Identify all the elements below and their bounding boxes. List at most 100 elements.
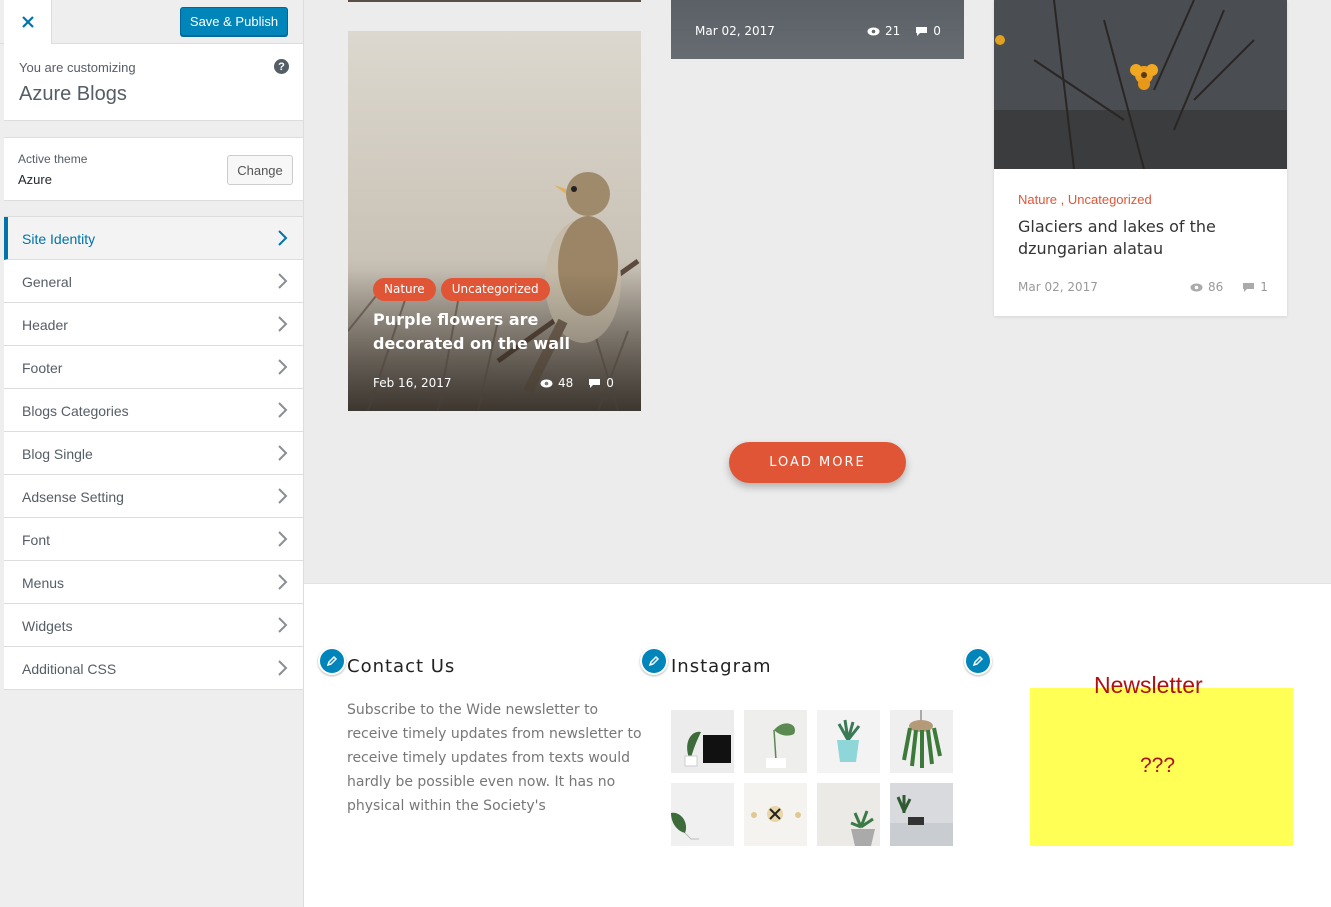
newsletter-title: Newsletter <box>1094 672 1203 698</box>
post-card-edge <box>348 0 641 2</box>
edit-newsletter-widget-button[interactable] <box>964 647 992 675</box>
customizer-header: Save & Publish <box>0 0 303 44</box>
edit-instagram-widget-button[interactable] <box>640 647 668 675</box>
menu-item-label: Menus <box>22 575 65 591</box>
tag-nature[interactable]: Nature <box>373 278 436 301</box>
menu-item-blogs-categories[interactable]: Blogs Categories <box>4 389 303 432</box>
chevron-right-icon <box>278 273 288 289</box>
close-customizer-button[interactable] <box>4 0 52 44</box>
post-date: Feb 16, 2017 <box>373 376 452 390</box>
menu-item-adsense-setting[interactable]: Adsense Setting <box>4 475 303 518</box>
post-tags: Nature Uncategorized <box>373 278 550 301</box>
comment-icon <box>1243 282 1255 292</box>
close-icon <box>21 16 34 28</box>
save-publish-button[interactable]: Save & Publish <box>180 7 288 36</box>
post-title[interactable]: Purple flowers are decorated on the wall <box>373 308 623 356</box>
tag-uncategorized[interactable]: Uncategorized <box>440 278 550 301</box>
customizing-info: You are customizing Azure Blogs ? <box>4 44 303 121</box>
pencil-icon <box>972 655 984 667</box>
instagram-photo[interactable] <box>890 710 953 773</box>
eye-icon <box>867 27 880 35</box>
contact-title: Contact Us <box>347 656 456 677</box>
customizer-menu: Site Identity General Header Footer Blog… <box>4 216 303 690</box>
chevron-right-icon <box>278 402 288 418</box>
chevron-right-icon <box>278 488 288 504</box>
eye-icon <box>540 379 553 387</box>
instagram-photo[interactable] <box>671 710 734 773</box>
chevron-right-icon <box>278 316 288 332</box>
footer-widgets: Contact Us Subscribe to the Wide newslet… <box>304 583 1331 907</box>
chevron-right-icon <box>278 445 288 461</box>
menu-item-header[interactable]: Header <box>4 303 303 346</box>
post-categories: Nature , Uncategorized <box>1018 192 1152 207</box>
post-title[interactable]: Glaciers and lakes of the dzungarian ala… <box>1018 216 1258 260</box>
menu-item-additional-css[interactable]: Additional CSS <box>4 647 303 690</box>
menu-item-label: Footer <box>22 360 63 376</box>
menu-item-blog-single[interactable]: Blog Single <box>4 432 303 475</box>
site-name: Azure Blogs <box>19 83 127 105</box>
comment-count: 0 <box>606 376 614 390</box>
load-more-button[interactable]: LOAD MORE <box>729 442 906 483</box>
menu-item-label: Blogs Categories <box>22 403 129 419</box>
chevron-right-icon <box>278 574 288 590</box>
post-date: Mar 02, 2017 <box>1018 280 1098 294</box>
instagram-photo[interactable] <box>744 710 807 773</box>
instagram-photo[interactable] <box>817 783 880 846</box>
instagram-title: Instagram <box>671 656 772 677</box>
view-count: 86 <box>1208 280 1224 294</box>
site-preview: Nature Uncategorized Purple flowers are … <box>304 0 1331 907</box>
menu-item-label: Header <box>22 317 68 333</box>
menu-item-label: Site Identity <box>22 231 96 247</box>
chevron-right-icon <box>278 531 288 547</box>
menu-item-label: Adsense Setting <box>22 489 124 505</box>
edit-contact-widget-button[interactable] <box>318 647 346 675</box>
menu-item-label: General <box>22 274 72 290</box>
menu-item-label: Font <box>22 532 51 548</box>
view-count: 48 <box>558 376 574 390</box>
menu-item-label: Additional CSS <box>22 661 117 677</box>
post-stats: 86 1 <box>1190 280 1268 294</box>
instagram-photo[interactable] <box>744 783 807 846</box>
post-card-flower[interactable]: Nature , Uncategorized Glaciers and lake… <box>994 0 1287 316</box>
instagram-grid <box>671 710 955 846</box>
menu-item-footer[interactable]: Footer <box>4 346 303 389</box>
customizer-sidebar: Save & Publish You are customizing Azure… <box>0 0 304 907</box>
post-stats: 21 0 <box>867 24 941 38</box>
pencil-icon <box>326 655 338 667</box>
post-card-bird[interactable]: Nature Uncategorized Purple flowers are … <box>348 31 641 411</box>
menu-item-general[interactable]: General <box>4 260 303 303</box>
eye-icon <box>1190 283 1203 291</box>
menu-item-site-identity[interactable]: Site Identity <box>4 217 303 260</box>
comment-icon <box>916 26 928 36</box>
instagram-photo[interactable] <box>671 783 734 846</box>
active-theme-panel: Active theme Azure Change <box>4 137 303 201</box>
contact-text: Subscribe to the Wide newsletter to rece… <box>347 702 642 814</box>
instagram-photo[interactable] <box>890 783 953 846</box>
instagram-photo[interactable] <box>817 710 880 773</box>
pencil-icon <box>648 655 660 667</box>
post-card-mid[interactable]: Mar 02, 2017 21 0 <box>671 0 964 59</box>
menu-item-menus[interactable]: Menus <box>4 561 303 604</box>
menu-item-widgets[interactable]: Widgets <box>4 604 303 647</box>
newsletter-body: ??? <box>1140 754 1176 777</box>
chevron-right-icon <box>278 230 288 246</box>
change-theme-button[interactable]: Change <box>227 155 293 185</box>
flower-photo <box>994 0 1287 169</box>
help-icon[interactable]: ? <box>274 59 289 74</box>
view-count: 21 <box>885 24 901 38</box>
category-separator: , <box>1057 192 1068 207</box>
post-stats: 48 0 <box>540 376 614 390</box>
comment-count: 1 <box>1260 280 1268 294</box>
menu-item-font[interactable]: Font <box>4 518 303 561</box>
post-date: Mar 02, 2017 <box>695 24 775 38</box>
active-theme-label: Active theme <box>18 152 88 166</box>
theme-name: Azure <box>18 172 52 187</box>
category-nature[interactable]: Nature <box>1018 192 1057 207</box>
category-uncategorized[interactable]: Uncategorized <box>1068 192 1152 207</box>
chevron-right-icon <box>278 660 288 676</box>
menu-item-label: Widgets <box>22 618 73 634</box>
chevron-right-icon <box>278 359 288 375</box>
comment-count: 0 <box>933 24 941 38</box>
comment-icon <box>589 378 601 388</box>
chevron-right-icon <box>278 617 288 633</box>
